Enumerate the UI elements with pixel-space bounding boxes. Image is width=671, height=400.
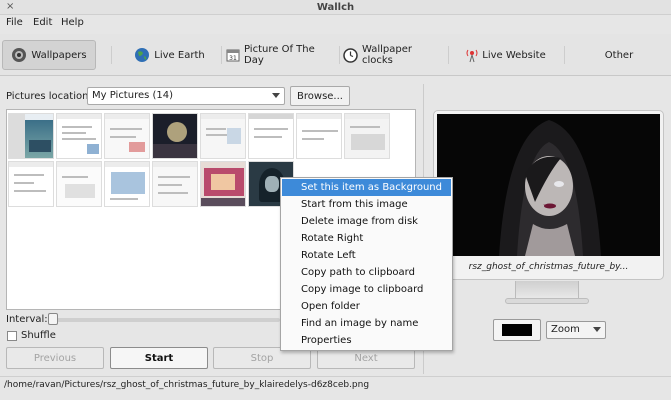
interval-label: Interval:	[6, 314, 48, 325]
tab-label: Live Website	[482, 49, 546, 61]
tab-wallpapers[interactable]: Wallpapers	[2, 40, 96, 70]
menu-item-copy-image[interactable]: Copy image to clipboard	[282, 281, 451, 298]
gallery-thumbnail[interactable]	[56, 161, 102, 207]
gallery-thumbnail[interactable]	[56, 113, 102, 159]
interval-slider-track[interactable]	[50, 318, 280, 322]
gallery-thumbnail[interactable]	[8, 113, 54, 159]
window-title: Wallch	[316, 2, 355, 13]
svg-text:31: 31	[229, 55, 237, 62]
tab-other[interactable]: Other	[590, 40, 648, 70]
previous-button[interactable]: Previous	[6, 347, 104, 369]
menu-item-set-background[interactable]: Set this item as Background	[282, 179, 451, 196]
monitor-stand	[515, 281, 579, 299]
tab-live-website[interactable]: Live Website	[462, 40, 550, 70]
tab-bar: Wallpapers Live Earth 31 Picture Of The …	[0, 34, 671, 76]
chevron-down-icon	[593, 327, 601, 332]
monitor-base	[505, 298, 589, 304]
pictures-location-select[interactable]: My Pictures (14)	[87, 87, 285, 105]
gallery-thumbnail[interactable]	[344, 113, 390, 159]
title-bar: × Wallch	[0, 0, 671, 15]
gallery-thumbnail[interactable]	[8, 161, 54, 207]
gallery-thumbnail[interactable]	[200, 113, 246, 159]
shuffle-checkbox[interactable]	[7, 331, 17, 341]
tab-wallpaper-clocks[interactable]: Wallpaper clocks	[343, 40, 443, 70]
globe-icon	[134, 47, 150, 63]
tab-label: Live Earth	[154, 49, 205, 61]
broadcast-icon	[466, 48, 478, 63]
menu-edit[interactable]: Edit	[33, 17, 52, 28]
tab-label: Wallpaper clocks	[362, 44, 413, 66]
tab-label: Other	[604, 49, 634, 61]
pictures-location-value: My Pictures (14)	[92, 90, 174, 101]
pictures-location-label: Pictures location:	[6, 91, 92, 102]
menu-item-rotate-left[interactable]: Rotate Left	[282, 247, 451, 264]
menu-file[interactable]: File	[6, 17, 23, 28]
menu-item-rotate-right[interactable]: Rotate Right	[282, 230, 451, 247]
clock-icon	[343, 47, 358, 63]
interval-slider-handle[interactable]	[48, 313, 58, 325]
gallery-thumbnail[interactable]	[104, 113, 150, 159]
gallery-thumbnail[interactable]	[200, 161, 246, 207]
tab-label: Wallpapers	[31, 49, 87, 61]
menu-item-copy-path[interactable]: Copy path to clipboard	[282, 264, 451, 281]
camera-icon	[11, 47, 27, 63]
context-menu: Set this item as Background Start from t…	[280, 177, 453, 351]
menu-item-start-from-image[interactable]: Start from this image	[282, 196, 451, 213]
gallery-thumbnail[interactable]	[152, 113, 198, 159]
color-swatch	[502, 324, 532, 336]
wallpaper-preview	[437, 114, 660, 256]
background-color-button[interactable]	[493, 319, 541, 341]
menu-item-properties[interactable]: Properties	[282, 332, 451, 349]
menu-item-find-image[interactable]: Find an image by name	[282, 315, 451, 332]
chevron-down-icon	[272, 93, 280, 98]
start-button[interactable]: Start	[110, 347, 208, 369]
calendar-icon: 31	[226, 48, 240, 62]
tab-live-earth[interactable]: Live Earth	[122, 40, 217, 70]
gallery-thumbnail[interactable]	[104, 161, 150, 207]
tab-picture-of-the-day[interactable]: 31 Picture Of The Day	[226, 40, 336, 70]
menu-item-open-folder[interactable]: Open folder	[282, 298, 451, 315]
shuffle-label: Shuffle	[21, 330, 56, 341]
style-value: Zoom	[551, 324, 580, 335]
menu-help[interactable]: Help	[61, 17, 84, 28]
preview-caption: rsz_ghost_of_christmas_future_by...	[468, 262, 629, 272]
gallery-thumbnail[interactable]	[248, 113, 294, 159]
style-select[interactable]: Zoom	[546, 321, 606, 339]
tab-label: Picture Of The Day	[244, 44, 315, 66]
browse-button[interactable]: Browse...	[290, 86, 350, 106]
menu-item-delete-image[interactable]: Delete image from disk	[282, 213, 451, 230]
gallery-thumbnail[interactable]	[296, 113, 342, 159]
status-bar: /home/ravan/Pictures/rsz_ghost_of_christ…	[0, 376, 671, 394]
menu-bar: File Edit Help	[0, 15, 671, 31]
gallery-thumbnail[interactable]	[152, 161, 198, 207]
